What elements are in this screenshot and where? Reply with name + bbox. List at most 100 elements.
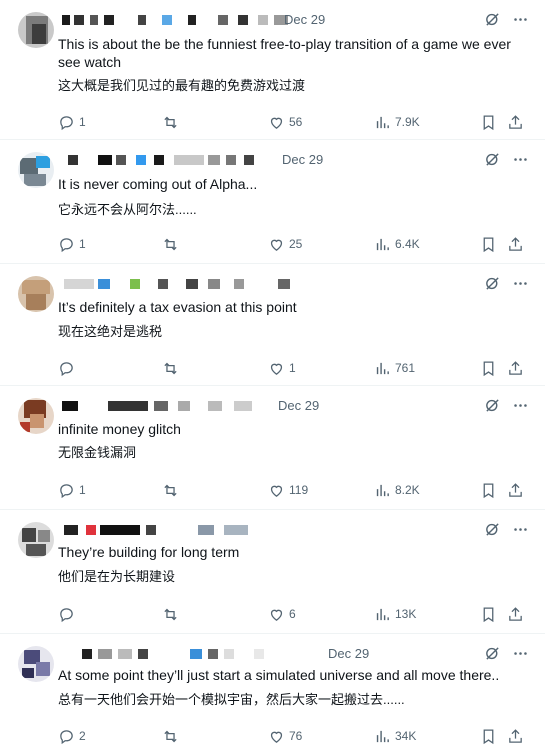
like-count: 1 — [289, 361, 296, 375]
reply-card[interactable]: Dec 29 It is never coming out of Alpha..… — [0, 140, 545, 264]
retweet-button[interactable] — [162, 112, 183, 132]
share-button[interactable] — [507, 604, 524, 624]
grok-icon[interactable] — [483, 10, 501, 28]
more-icon[interactable] — [511, 274, 529, 292]
like-button[interactable]: 1 — [268, 358, 296, 378]
author-line[interactable] — [58, 522, 478, 540]
views-button[interactable]: 34K — [374, 726, 416, 746]
avatar[interactable] — [18, 646, 54, 682]
bookmark-button[interactable] — [480, 358, 497, 378]
retweet-button[interactable] — [162, 726, 183, 746]
more-icon[interactable] — [511, 10, 529, 28]
grok-icon[interactable] — [483, 396, 501, 414]
author-line[interactable] — [58, 276, 478, 294]
more-icon[interactable] — [511, 150, 529, 168]
views-icon — [376, 730, 389, 742]
reply-button[interactable] — [58, 604, 79, 624]
avatar[interactable] — [18, 276, 54, 312]
bookmark-button[interactable] — [480, 604, 497, 624]
reply-icon — [60, 483, 73, 498]
views-button[interactable]: 13K — [374, 604, 416, 624]
reply-translation: 他们是在为长期建设 — [58, 569, 176, 584]
like-button[interactable]: 6 — [268, 604, 296, 624]
reply-card[interactable]: Dec 29 At some point they’ll just start … — [0, 634, 545, 753]
retweet-icon — [164, 730, 177, 742]
like-icon — [270, 731, 283, 743]
share-icon — [509, 482, 522, 497]
views-button[interactable]: 7.9K — [374, 112, 420, 132]
author-line[interactable]: Dec 29 — [58, 398, 478, 416]
like-button[interactable]: 119 — [268, 480, 308, 500]
views-icon — [376, 238, 389, 250]
grok-icon[interactable] — [483, 150, 501, 168]
retweet-button[interactable] — [162, 480, 183, 500]
reply-card[interactable]: Dec 29 infinite money glitch 无限金钱漏洞 1 11… — [0, 386, 545, 510]
reply-date[interactable]: Dec 29 — [278, 398, 319, 413]
reply-count: 1 — [79, 237, 86, 251]
reply-card[interactable]: They’re building for long term 他们是在为长期建设… — [0, 510, 545, 634]
view-count: 6.4K — [395, 237, 420, 251]
bookmark-button[interactable] — [480, 112, 497, 132]
view-count: 7.9K — [395, 115, 420, 129]
bookmark-button[interactable] — [480, 726, 497, 746]
grok-icon[interactable] — [483, 520, 501, 538]
reply-icon — [60, 607, 73, 622]
retweet-button[interactable] — [162, 358, 183, 378]
share-button[interactable] — [507, 480, 524, 500]
avatar[interactable] — [18, 152, 54, 188]
reply-button[interactable] — [58, 358, 79, 378]
reply-translation: 无限金钱漏洞 — [58, 445, 137, 460]
reply-date[interactable]: Dec 29 — [284, 12, 325, 27]
reply-button[interactable]: 1 — [58, 112, 86, 132]
views-icon — [376, 116, 389, 128]
avatar[interactable] — [18, 12, 54, 48]
like-icon — [270, 485, 283, 497]
like-button[interactable]: 76 — [268, 726, 302, 746]
like-count: 25 — [289, 237, 303, 251]
bookmark-button[interactable] — [480, 234, 497, 254]
like-count: 119 — [289, 483, 309, 497]
views-button[interactable]: 761 — [374, 358, 415, 378]
reply-card[interactable]: It’s definitely a tax evasion at this po… — [0, 264, 545, 386]
view-count: 34K — [395, 729, 417, 743]
share-button[interactable] — [507, 726, 524, 746]
views-button[interactable]: 8.2K — [374, 480, 420, 500]
more-icon[interactable] — [511, 644, 529, 662]
reply-date[interactable]: Dec 29 — [282, 152, 323, 167]
like-count: 76 — [289, 729, 303, 743]
view-count: 761 — [395, 361, 416, 375]
more-icon[interactable] — [511, 396, 529, 414]
author-line[interactable]: Dec 29 — [58, 12, 478, 30]
reply-button[interactable]: 1 — [58, 480, 86, 500]
retweet-button[interactable] — [162, 604, 183, 624]
reply-button[interactable]: 1 — [58, 234, 86, 254]
grok-icon[interactable] — [483, 644, 501, 662]
share-button[interactable] — [507, 112, 524, 132]
share-icon — [509, 114, 522, 129]
reply-card[interactable]: Dec 29 This is about the be the funniest… — [0, 0, 545, 140]
bookmark-icon — [483, 728, 494, 744]
retweet-button[interactable] — [162, 234, 183, 254]
avatar[interactable] — [18, 398, 54, 434]
bookmark-button[interactable] — [480, 480, 497, 500]
reply-icon — [60, 237, 73, 252]
author-line[interactable]: Dec 29 — [58, 646, 478, 664]
avatar[interactable] — [18, 522, 54, 558]
like-button[interactable]: 56 — [268, 112, 302, 132]
views-button[interactable]: 6.4K — [374, 234, 420, 254]
share-button[interactable] — [507, 234, 524, 254]
reply-button[interactable]: 2 — [58, 726, 86, 746]
retweet-icon — [164, 608, 177, 620]
more-icon[interactable] — [511, 520, 529, 538]
reply-icon — [60, 115, 73, 130]
share-button[interactable] — [507, 358, 524, 378]
author-line[interactable]: Dec 29 — [58, 152, 478, 170]
reply-text: They’re building for long term — [58, 544, 240, 560]
reply-date[interactable]: Dec 29 — [328, 646, 369, 661]
bookmark-icon — [483, 482, 494, 498]
like-button[interactable]: 25 — [268, 234, 302, 254]
bookmark-icon — [483, 360, 494, 376]
grok-icon[interactable] — [483, 274, 501, 292]
reply-count: 2 — [79, 729, 86, 743]
reply-translation: 这大概是我们见过的最有趣的免费游戏过渡 — [58, 78, 306, 93]
